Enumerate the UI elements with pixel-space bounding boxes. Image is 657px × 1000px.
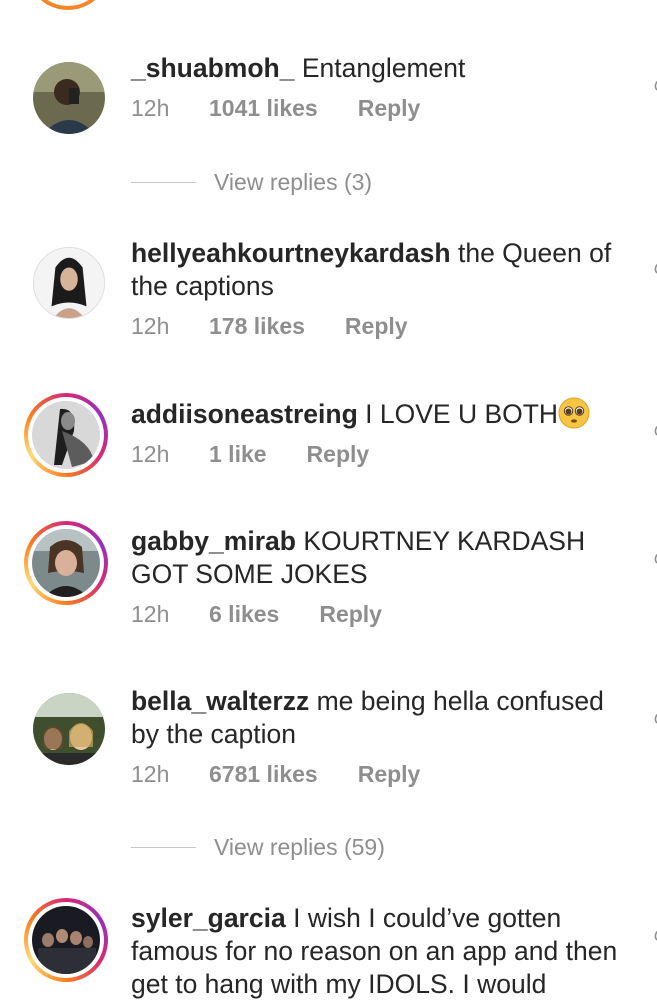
comment-likes[interactable]: 6781 likes	[209, 761, 318, 788]
comment-text: hellyeahkourtneykardash the Queen of the…	[131, 237, 621, 303]
heart-outline-icon[interactable]	[649, 551, 657, 565]
avatar-photo	[32, 401, 100, 469]
replies-divider	[131, 181, 196, 183]
comment-meta: 12h 1041 likes Reply	[131, 93, 621, 123]
comment-time: 12h	[131, 600, 170, 627]
comment-likes[interactable]: 6 likes	[209, 601, 279, 628]
reply-button[interactable]: Reply	[358, 95, 421, 122]
comment-time: 12h	[131, 760, 170, 787]
replies-divider	[131, 846, 196, 848]
reply-button[interactable]: Reply	[345, 313, 408, 340]
comment-time: 12h	[131, 440, 170, 467]
heart-outline-icon[interactable]	[649, 261, 657, 275]
heart-outline-icon[interactable]	[649, 78, 657, 92]
comment-likes[interactable]: 1041 likes	[209, 95, 318, 122]
heart-outline-icon[interactable]	[649, 711, 657, 725]
comment-text: bella_walterzz me being hella confused b…	[131, 685, 621, 751]
comment-username[interactable]: syler_garcia	[131, 903, 286, 933]
view-replies-label: View replies (59)	[214, 833, 385, 860]
avatar-photo	[32, 906, 100, 974]
comment-text: syler_garcia I wish I could’ve gotten fa…	[131, 902, 621, 1000]
avatar-story-ring[interactable]	[24, 393, 108, 477]
view-replies-label: View replies (3)	[214, 168, 373, 195]
comment-text: _shuabmoh_ Entanglement	[131, 52, 621, 85]
heart-outline-icon[interactable]	[649, 928, 657, 942]
avatar-photo	[32, 529, 100, 597]
comment-text: gabby_mirab KOURTNEY KARDASH GOT SOME JO…	[131, 525, 621, 591]
avatar-story-ring[interactable]	[24, 898, 108, 982]
comment-likes[interactable]: 178 likes	[209, 313, 305, 340]
comment-text: addiisoneastreing I LOVE U BOTH	[131, 397, 621, 431]
heart-outline-icon[interactable]	[649, 423, 657, 437]
comment-meta: 12h 1 like Reply	[131, 439, 621, 469]
avatar-photo	[33, 62, 105, 134]
comment-time: 12h	[131, 94, 170, 121]
comment-meta: 12h 6781 likes Reply	[131, 759, 621, 789]
comment-meta: 12h 178 likes Reply	[131, 311, 621, 341]
comment-likes[interactable]: 1 like	[209, 441, 267, 468]
avatar-photo	[33, 693, 105, 765]
comments-screen: _shuabmoh_ Entanglement 12h 1041 likes R…	[0, 0, 657, 1000]
pleading-face-emoji	[558, 397, 590, 429]
avatar-photo	[33, 247, 105, 319]
view-replies-button[interactable]: View replies (59)	[131, 832, 531, 862]
reply-button[interactable]: Reply	[307, 441, 370, 468]
comment-time: 12h	[131, 312, 170, 339]
comment-body: Entanglement	[301, 53, 466, 83]
story-ring-partial	[26, 0, 110, 10]
comment-username[interactable]: hellyeahkourtneykardash	[131, 238, 451, 268]
view-replies-button[interactable]: View replies (3)	[131, 167, 531, 197]
comment-body: I LOVE U BOTH	[365, 399, 559, 429]
reply-button[interactable]: Reply	[319, 601, 382, 628]
comment-username[interactable]: bella_walterzz	[131, 686, 309, 716]
avatar[interactable]	[27, 241, 111, 325]
reply-button[interactable]: Reply	[358, 761, 421, 788]
comment-username[interactable]: gabby_mirab	[131, 526, 296, 556]
comment-username[interactable]: addiisoneastreing	[131, 399, 358, 429]
avatar-story-ring[interactable]	[24, 521, 108, 605]
avatar[interactable]	[27, 687, 111, 771]
comment-username[interactable]: _shuabmoh_	[131, 53, 294, 83]
avatar[interactable]	[27, 56, 111, 140]
comment-meta: 12h 6 likes Reply	[131, 599, 621, 629]
